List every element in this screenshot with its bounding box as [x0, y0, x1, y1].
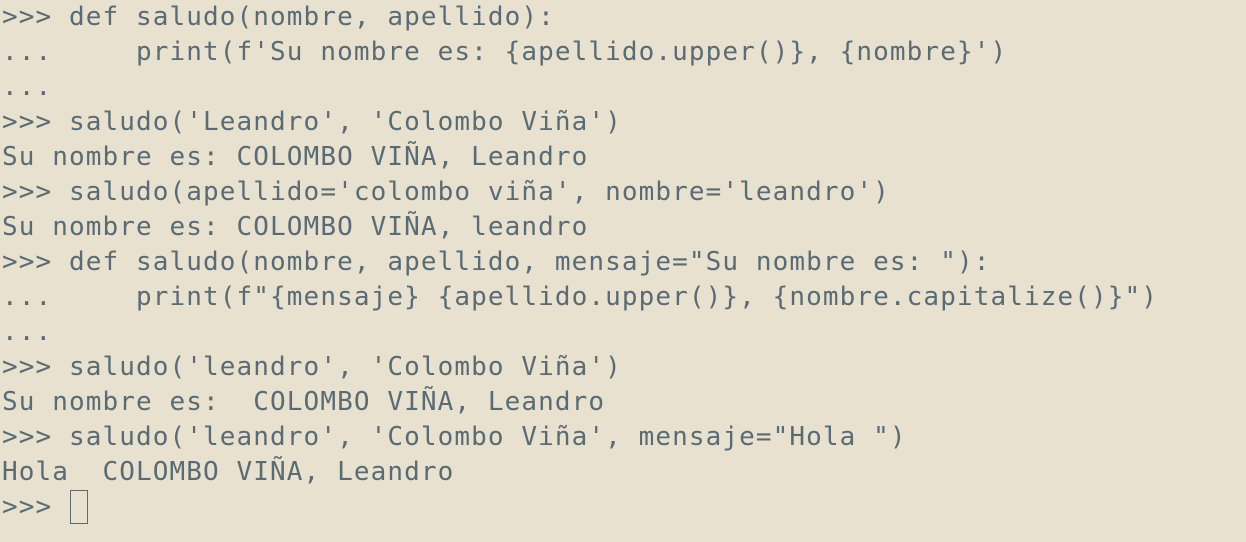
history-line: ... [2, 70, 1246, 105]
line-text: print(f"{mensaje} {apellido.upper()}, {n… [69, 282, 1158, 312]
history-line: ... print(f"{mensaje} {apellido.upper()}… [2, 280, 1246, 315]
line-text: Su nombre es: COLOMBO VIÑA, Leandro [2, 387, 606, 417]
line-text: saludo('Leandro', 'Colombo Viña') [69, 107, 622, 137]
continuation-prompt: ... [2, 317, 53, 347]
output-line: Su nombre es: COLOMBO VIÑA, leandro [2, 210, 1246, 245]
current-input-line[interactable]: >>> [2, 489, 1246, 525]
prompt: >>> [2, 247, 70, 277]
output-line: Su nombre es: COLOMBO VIÑA, Leandro [2, 140, 1246, 175]
line-text: def saludo(nombre, apellido): [69, 2, 555, 32]
output-line: Hola COLOMBO VIÑA, Leandro [2, 455, 1246, 490]
history-line: ... print(f'Su nombre es: {apellido.uppe… [2, 35, 1246, 70]
line-text: saludo(apellido='colombo viña', nombre='… [69, 177, 890, 207]
prompt: >>> [2, 2, 70, 32]
prompt: >>> [2, 422, 70, 452]
output-line: Su nombre es: COLOMBO VIÑA, Leandro [2, 385, 1246, 420]
line-text: saludo('leandro', 'Colombo Viña', mensaj… [69, 422, 907, 452]
text-cursor [70, 489, 89, 524]
line-text: print(f'Su nombre es: {apellido.upper()}… [69, 37, 1008, 67]
history-line: ... [2, 315, 1246, 350]
python-repl-terminal[interactable]: >>> def saludo(nombre, apellido): ... pr… [0, 0, 1246, 542]
line-text: Su nombre es: COLOMBO VIÑA, Leandro [2, 142, 589, 172]
continuation-prompt: ... [2, 282, 70, 312]
current-prompt: >>> [2, 492, 70, 522]
line-text: saludo('leandro', 'Colombo Viña') [69, 352, 622, 382]
line-text: Hola COLOMBO VIÑA, Leandro [2, 457, 455, 487]
continuation-prompt: ... [2, 37, 70, 67]
continuation-prompt: ... [2, 72, 53, 102]
prompt: >>> [2, 177, 70, 207]
history-line: >>> saludo(apellido='colombo viña', nomb… [2, 175, 1246, 210]
history-line: >>> saludo('leandro', 'Colombo Viña', me… [2, 420, 1246, 455]
history-line: >>> saludo('leandro', 'Colombo Viña') [2, 350, 1246, 385]
prompt: >>> [2, 107, 70, 137]
history-line: >>> saludo('Leandro', 'Colombo Viña') [2, 105, 1246, 140]
prompt: >>> [2, 352, 70, 382]
history-line: >>> def saludo(nombre, apellido): [2, 0, 1246, 35]
history-line: >>> def saludo(nombre, apellido, mensaje… [2, 245, 1246, 280]
line-text: def saludo(nombre, apellido, mensaje="Su… [69, 247, 991, 277]
line-text: Su nombre es: COLOMBO VIÑA, leandro [2, 212, 589, 242]
